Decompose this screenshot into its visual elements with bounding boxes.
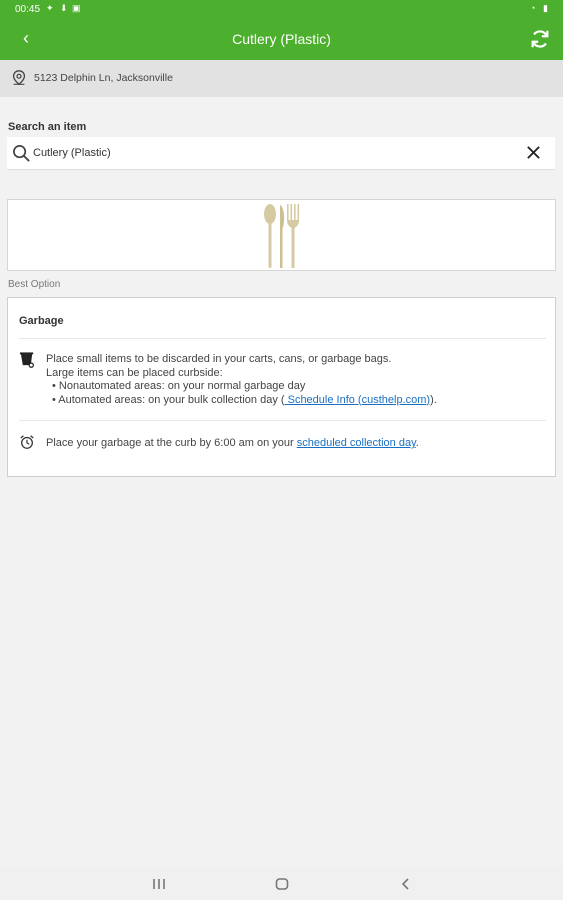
instruction-line: Place small items to be discarded in you… (46, 353, 392, 365)
search-input[interactable] (33, 143, 503, 163)
system-nav-bar (0, 867, 563, 900)
nav-back-icon[interactable] (392, 875, 420, 893)
card-title: Garbage (19, 315, 64, 327)
recents-icon[interactable] (145, 875, 173, 893)
refresh-icon[interactable] (529, 28, 551, 50)
disposal-instructions: Place small items to be discarded in you… (46, 353, 546, 407)
location-bar[interactable]: 5123 Delphin Ln, Jacksonville (0, 60, 563, 97)
location-address: 5123 Delphin Ln, Jacksonville (34, 72, 173, 84)
search-icon (13, 145, 30, 162)
item-image-box (7, 199, 556, 271)
notification-icon: ✦ (46, 3, 54, 13)
instruction-bullet: • Nonautomated areas: on your normal gar… (52, 380, 306, 392)
app-bar: ‹ Cutlery (Plastic) (0, 20, 563, 60)
status-bar: 00:45 ✦ ⬇ ▣ ◔ ▮ (0, 0, 563, 20)
close-icon[interactable] (526, 145, 541, 160)
page-title: Cutlery (Plastic) (232, 31, 331, 47)
bullet-text: ). (430, 393, 437, 406)
collection-text: Place your garbage at the curb by 6:00 a… (46, 437, 297, 449)
scheduled-collection-day-link[interactable]: scheduled collection day (297, 437, 416, 449)
location-pin-icon (12, 70, 26, 86)
collection-text: . (415, 437, 419, 449)
wifi-icon: ◔ (530, 3, 536, 13)
cutlery-image (264, 204, 300, 268)
garbage-cart-icon (19, 352, 34, 368)
instruction-line: Large items can be placed curbside: (46, 366, 223, 379)
collection-time-text: Place your garbage at the curb by 6:00 a… (46, 437, 546, 449)
battery-icon: ▮ (543, 3, 548, 13)
divider (19, 420, 546, 421)
home-icon[interactable] (268, 875, 296, 893)
best-option-label: Best Option (8, 279, 61, 290)
divider (19, 338, 546, 339)
search-box (7, 137, 555, 170)
schedule-info-link[interactable]: Schedule Info (custhelp.com) (285, 394, 430, 406)
status-time: 00:45 (15, 4, 41, 15)
alarm-clock-icon (20, 435, 34, 449)
notification-icon: ⬇ (60, 3, 68, 13)
instruction-bullet: • Automated areas: on your bulk collecti… (46, 394, 546, 408)
search-label: Search an item (8, 121, 87, 133)
notification-icon: ▣ (72, 3, 81, 13)
bullet-text: • Automated areas: on your bulk collecti… (52, 393, 285, 406)
disposal-card: Garbage Place small items to be discarde… (7, 297, 556, 477)
